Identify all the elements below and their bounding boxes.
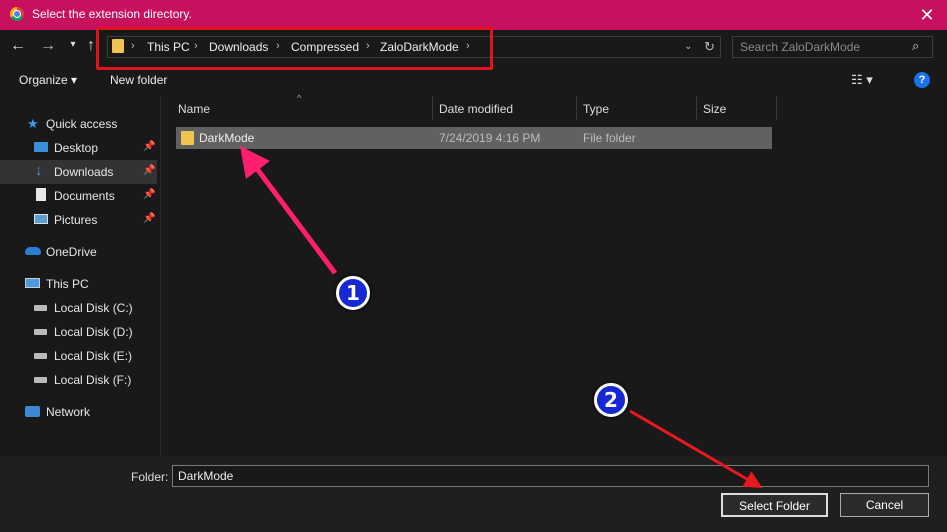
organize-button[interactable]: Organize ▾ bbox=[19, 73, 77, 87]
search-icon[interactable]: ⌕ bbox=[912, 38, 919, 54]
sidebar-item-label: This PC bbox=[46, 277, 89, 291]
sidebar-item-label: Desktop bbox=[54, 141, 99, 155]
sidebar-item-label: Local Disk (C:) bbox=[54, 301, 133, 315]
folder-name-input[interactable]: DarkMode bbox=[172, 465, 929, 487]
sidebar-item-network[interactable]: Network bbox=[0, 400, 157, 424]
step-badge-2: 2 bbox=[594, 383, 628, 417]
column-header-type[interactable]: Type bbox=[583, 102, 609, 116]
column-divider[interactable] bbox=[576, 96, 577, 120]
address-dropdown-chevron-icon[interactable]: ⌄ bbox=[684, 41, 692, 52]
sidebar-item-local-disk-d[interactable]: Local Disk (D:) bbox=[0, 320, 157, 344]
desktop-icon bbox=[34, 142, 48, 152]
folder-label: Folder: bbox=[131, 470, 169, 484]
cloud-icon bbox=[25, 247, 41, 255]
sidebar-item-label: Pictures bbox=[54, 213, 98, 227]
sidebar-item-label: OneDrive bbox=[46, 245, 97, 259]
column-header-size[interactable]: Size bbox=[703, 102, 726, 116]
help-icon[interactable]: ? bbox=[914, 72, 930, 88]
drive-icon bbox=[34, 329, 47, 335]
sidebar-item-label: Quick access bbox=[46, 117, 118, 131]
file-type: File folder bbox=[583, 131, 636, 145]
column-header-date[interactable]: Date modified bbox=[439, 102, 513, 116]
column-header-name[interactable]: Name bbox=[178, 102, 210, 116]
sidebar-item-local-disk-f[interactable]: Local Disk (F:) bbox=[0, 368, 157, 392]
chrome-icon bbox=[10, 7, 24, 21]
cancel-button[interactable]: Cancel bbox=[840, 493, 929, 517]
pin-icon[interactable]: 📌 bbox=[143, 189, 155, 200]
download-icon: ↓ bbox=[35, 162, 43, 179]
column-divider[interactable] bbox=[776, 96, 777, 120]
computer-icon bbox=[25, 278, 40, 288]
sidebar-item-onedrive[interactable]: OneDrive bbox=[0, 240, 157, 264]
sidebar-item-local-disk-c[interactable]: Local Disk (C:) bbox=[0, 296, 157, 320]
sidebar-item-this-pc[interactable]: This PC bbox=[0, 272, 157, 296]
sidebar-item-label: Downloads bbox=[54, 165, 114, 179]
annotation-arrow-1 bbox=[240, 145, 338, 275]
sidebar-item-quick-access[interactable]: ★ Quick access bbox=[0, 112, 157, 136]
sidebar-item-documents[interactable]: Documents 📌 bbox=[0, 184, 157, 208]
pane-divider[interactable] bbox=[160, 96, 161, 456]
sidebar-item-label: Documents bbox=[54, 189, 115, 203]
window-title: Select the extension directory. bbox=[32, 7, 192, 21]
step-badge-1: 1 bbox=[336, 276, 370, 310]
scrollbar[interactable] bbox=[937, 96, 947, 456]
back-arrow-icon[interactable]: ← bbox=[8, 37, 28, 55]
star-icon: ★ bbox=[27, 116, 39, 131]
drive-icon bbox=[34, 377, 47, 383]
refresh-icon[interactable]: ↻ bbox=[704, 39, 715, 55]
new-folder-button[interactable]: New folder bbox=[110, 73, 167, 87]
sidebar-item-downloads[interactable]: ↓ Downloads 📌 bbox=[0, 160, 157, 184]
drive-icon bbox=[34, 353, 47, 359]
select-folder-button[interactable]: Select Folder bbox=[721, 493, 828, 517]
view-options-icon[interactable]: ☷ ▾ bbox=[851, 72, 873, 88]
sort-ascending-icon: ^ bbox=[297, 93, 302, 103]
folder-icon bbox=[181, 131, 194, 145]
address-highlight-box bbox=[96, 27, 493, 70]
sidebar-item-label: Local Disk (E:) bbox=[54, 349, 133, 363]
network-icon bbox=[25, 406, 40, 417]
column-divider[interactable] bbox=[432, 96, 433, 120]
search-placeholder: Search ZaloDarkMode bbox=[740, 40, 861, 54]
recent-locations-chevron-icon[interactable]: ▾ bbox=[66, 39, 80, 50]
sidebar-item-label: Local Disk (F:) bbox=[54, 373, 132, 387]
column-divider[interactable] bbox=[696, 96, 697, 120]
close-button[interactable]: ✕ bbox=[912, 2, 942, 28]
pin-icon[interactable]: 📌 bbox=[143, 141, 155, 152]
sidebar-item-label: Network bbox=[46, 405, 91, 419]
file-name: DarkMode bbox=[199, 131, 255, 145]
sidebar-item-desktop[interactable]: Desktop 📌 bbox=[0, 136, 157, 160]
sidebar-item-label: Local Disk (D:) bbox=[54, 325, 133, 339]
file-date: 7/24/2019 4:16 PM bbox=[439, 131, 541, 145]
pin-icon[interactable]: 📌 bbox=[143, 165, 155, 176]
picture-icon bbox=[34, 214, 48, 224]
document-icon bbox=[36, 188, 46, 201]
forward-arrow-icon[interactable]: → bbox=[38, 37, 58, 55]
sidebar-item-local-disk-e[interactable]: Local Disk (E:) bbox=[0, 344, 157, 368]
pin-icon[interactable]: 📌 bbox=[143, 213, 155, 224]
drive-icon bbox=[34, 305, 47, 311]
sidebar-item-pictures[interactable]: Pictures 📌 bbox=[0, 208, 157, 232]
